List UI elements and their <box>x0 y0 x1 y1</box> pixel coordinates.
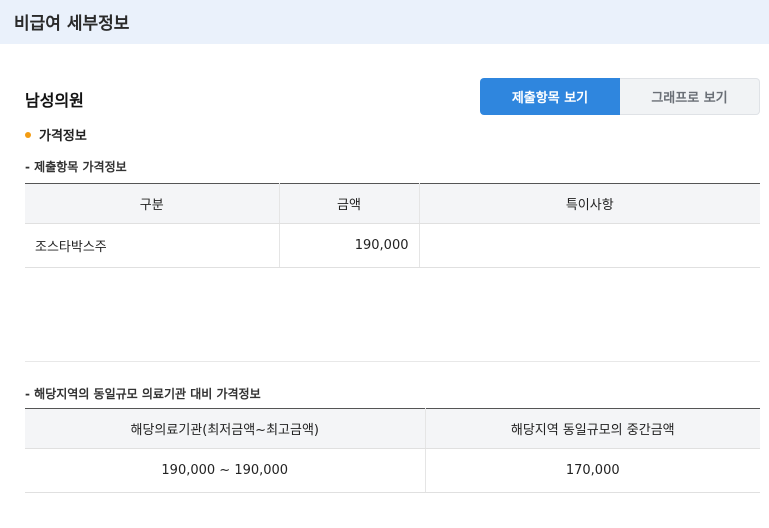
column-header-amount: 금액 <box>279 183 420 224</box>
column-header-range: 해당의료기관(최저금액~최고금액) <box>25 408 426 449</box>
table-header-row: 해당의료기관(최저금액~최고금액) 해당지역 동일규모의 중간금액 <box>25 408 760 449</box>
price-info-heading: 가격정보 <box>25 125 87 144</box>
price-info-title: 가격정보 <box>39 129 87 144</box>
column-header-note: 특이사항 <box>419 183 760 224</box>
regional-prices-title: - 해당지역의 동일규모 의료기관 대비 가격정보 <box>25 387 261 401</box>
submitted-prices-table: 구분 금액 특이사항 조스타박스주 190,000 <box>25 183 760 268</box>
column-header-category: 구분 <box>25 183 280 224</box>
row-category: 조스타박스주 <box>25 223 280 268</box>
table-row: 조스타박스주 190,000 <box>25 223 760 268</box>
column-header-median: 해당지역 동일규모의 중간금액 <box>425 408 760 449</box>
view-toggle-group: 제출항목 보기 그래프로 보기 <box>480 78 760 115</box>
row-median: 170,000 <box>425 448 760 493</box>
section-divider <box>25 361 760 362</box>
graph-view-button[interactable]: 그래프로 보기 <box>620 78 760 115</box>
page-header: 비급여 세부정보 <box>0 0 769 44</box>
institution-name: 남성의원 <box>25 91 84 110</box>
bullet-icon <box>25 131 31 138</box>
page-title: 비급여 세부정보 <box>14 14 130 34</box>
submitted-prices-title: - 제출항목 가격정보 <box>25 160 127 174</box>
submitted-items-view-button[interactable]: 제출항목 보기 <box>480 78 620 115</box>
table-header-row: 구분 금액 특이사항 <box>25 183 760 224</box>
regional-prices-table: 해당의료기관(최저금액~최고금액) 해당지역 동일규모의 중간금액 190,00… <box>25 408 760 493</box>
row-amount: 190,000 <box>279 223 420 268</box>
table-row: 190,000 ~ 190,000 170,000 <box>25 448 760 493</box>
row-range: 190,000 ~ 190,000 <box>25 448 426 493</box>
row-note <box>419 223 760 268</box>
